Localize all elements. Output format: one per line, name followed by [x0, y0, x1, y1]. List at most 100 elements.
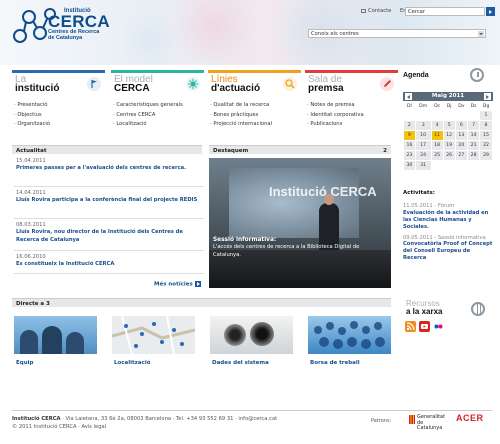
calendar-day[interactable]: 5	[443, 121, 455, 130]
calendar-day[interactable]: 30	[404, 161, 415, 170]
tile-label-localitzacio[interactable]: Localització	[114, 360, 151, 366]
news-link[interactable]: Lluís Rovira, nou director de la Institu…	[16, 229, 202, 244]
calendar-day[interactable]: 3	[415, 121, 431, 130]
featured-image[interactable]: Institució CERCA	[209, 158, 391, 288]
menu-item-notes-premsa[interactable]: Notes de premsa	[307, 101, 398, 111]
calendar-empty-cell	[431, 161, 443, 170]
news-link[interactable]: Es constitueix la Institució CERCA	[16, 261, 202, 269]
menu-item-identitat[interactable]: Identitat corporativa	[307, 111, 398, 121]
more-news-label: Més notícies	[154, 281, 193, 288]
calendar-day[interactable]: 6	[455, 121, 468, 130]
recursos-title: Recursos a la xarxa	[406, 300, 442, 316]
menu-item-centres[interactable]: Centres CERCA	[113, 111, 204, 121]
calendar-next-button[interactable]	[484, 93, 491, 100]
news-item: 16.06.2010 Es constitueix la Institució …	[16, 254, 202, 269]
footer-copyright[interactable]: © 2011 Institució CERCA · Avís legal	[12, 424, 106, 430]
microscope-lens	[250, 322, 274, 346]
search-button[interactable]	[486, 7, 495, 16]
tile-localitzacio[interactable]	[112, 316, 195, 354]
calendar-day[interactable]: 13	[455, 131, 468, 140]
menu-item-qualitat[interactable]: Qualitat de la recerca	[210, 101, 301, 111]
calendar-day[interactable]: 12	[443, 131, 455, 140]
calendar-day[interactable]: 28	[468, 151, 480, 160]
calendar-weekday: Dg	[482, 103, 490, 109]
logo-text[interactable]: Institució CERCA Centres de Recerca de C…	[48, 8, 110, 41]
calendar-day[interactable]: 29	[480, 151, 492, 160]
calendar-day[interactable]: 8	[480, 121, 492, 130]
menu-item-caracteristiques[interactable]: Característiques generals	[113, 101, 204, 111]
calendar-day[interactable]: 24	[415, 151, 431, 160]
calendar-day[interactable]: 23	[404, 151, 415, 160]
calendar-day[interactable]: 21	[468, 141, 480, 150]
gencat-text-2: de Catalunya	[417, 419, 443, 431]
calendar-day[interactable]: 14	[468, 131, 480, 140]
gencat-logo[interactable]: Generalitat de Catalunya	[409, 413, 449, 431]
menu-item-bones-practiques[interactable]: Bones pràctiques	[210, 111, 301, 121]
contact-link[interactable]: Contacte	[368, 8, 391, 14]
destaquem-count[interactable]: 2	[383, 148, 387, 154]
section-menu: Característiques generals Centres CERCA …	[111, 101, 204, 130]
speaker-face	[324, 194, 334, 205]
calendar-day[interactable]: 2	[404, 121, 415, 130]
calendar-day[interactable]: 25	[431, 151, 443, 160]
network-icon	[186, 77, 200, 91]
tile-borsa[interactable]	[308, 316, 391, 354]
rss-icon[interactable]	[405, 321, 416, 332]
calendar: Maig 2011 Dl Dm Dc Dj Dv Ds Dg 1 2 3 4 5 6 7 8 9 10 11 12…	[403, 92, 493, 171]
youtube-icon[interactable]	[419, 321, 430, 332]
calendar-day[interactable]: 11	[431, 131, 443, 140]
screen-logo-text: Institució CERCA	[269, 184, 377, 199]
pencil-icon	[380, 77, 394, 91]
activitats: Activitats: 11.05.2011 - Fòrum Evaluació…	[403, 190, 495, 266]
menu-item-objectius[interactable]: Objectius	[14, 111, 105, 121]
search-input[interactable]: Cercar	[405, 7, 485, 16]
section-head[interactable]: La institució	[12, 73, 105, 95]
calendar-day[interactable]: 17	[415, 141, 431, 150]
section-head[interactable]: El model CERCA	[111, 73, 204, 95]
tile-label-dades[interactable]: Dades del sistema	[212, 360, 269, 366]
calendar-prev-button[interactable]	[405, 93, 412, 100]
section-head[interactable]: Sala de premsa	[305, 73, 398, 95]
tile-label-equip[interactable]: Equip	[16, 360, 33, 366]
acer-logo[interactable]: ACER	[456, 413, 494, 429]
calendar-day[interactable]: 20	[455, 141, 468, 150]
calendar-day[interactable]: 27	[455, 151, 468, 160]
calendar-day[interactable]: 15	[480, 131, 492, 140]
calendar-day[interactable]: 9	[404, 131, 415, 140]
calendar-day[interactable]: 10	[415, 131, 431, 140]
calendar-day[interactable]: 7	[468, 121, 480, 130]
calendar-day[interactable]: 26	[443, 151, 455, 160]
news-link[interactable]: Primeres passes per a l'avaluació dels c…	[16, 165, 202, 173]
calendar-day[interactable]: 16	[404, 141, 415, 150]
calendar-empty-cell	[468, 111, 480, 120]
calendar-day[interactable]: 22	[480, 141, 492, 150]
people-graphic	[66, 332, 84, 354]
more-news-link[interactable]: Més notícies	[154, 281, 201, 288]
projection-screen	[229, 168, 359, 238]
calendar-day[interactable]: 31	[415, 161, 431, 170]
tile-dades[interactable]	[210, 316, 293, 354]
menu-item-projeccio[interactable]: Projecció internacional	[210, 120, 301, 130]
flickr-icon[interactable]	[433, 321, 444, 332]
calendar-day[interactable]: 1	[480, 111, 492, 120]
clock-icon	[470, 68, 484, 82]
featured-caption[interactable]: Sessió informativa: L'accés dels centres…	[213, 236, 383, 259]
centres-select[interactable]: Conoix els centres	[308, 29, 486, 38]
senyera-icon	[409, 415, 415, 424]
section-head[interactable]: Línies d'actuació	[208, 73, 301, 95]
tile-label-borsa[interactable]: Borsa de treball	[310, 360, 360, 366]
activity-link[interactable]: Evaluación de la actividad en las Cienci…	[403, 210, 495, 231]
header: Institució CERCA Centres de Recerca de C…	[0, 0, 500, 65]
featured-caption-title: Sessió informativa:	[213, 237, 277, 243]
news-link[interactable]: Lluís Rovira participa a la conferència …	[16, 197, 202, 205]
menu-item-presentacio[interactable]: Presentació	[14, 101, 105, 111]
menu-item-localitzacio[interactable]: Localització	[113, 120, 204, 130]
activity-link[interactable]: Convocatòria Proof of Concept del Consel…	[403, 241, 495, 262]
menu-item-organitzacio[interactable]: Organització	[14, 120, 105, 130]
calendar-day[interactable]: 4	[431, 121, 443, 130]
menu-item-publicacions[interactable]: Publicacions	[307, 120, 398, 130]
tile-equip[interactable]	[14, 316, 97, 354]
calendar-day[interactable]: 18	[431, 141, 443, 150]
calendar-day[interactable]: 19	[443, 141, 455, 150]
activity-item: 09.05.2011 - Sessió informativa Convocat…	[403, 235, 495, 263]
